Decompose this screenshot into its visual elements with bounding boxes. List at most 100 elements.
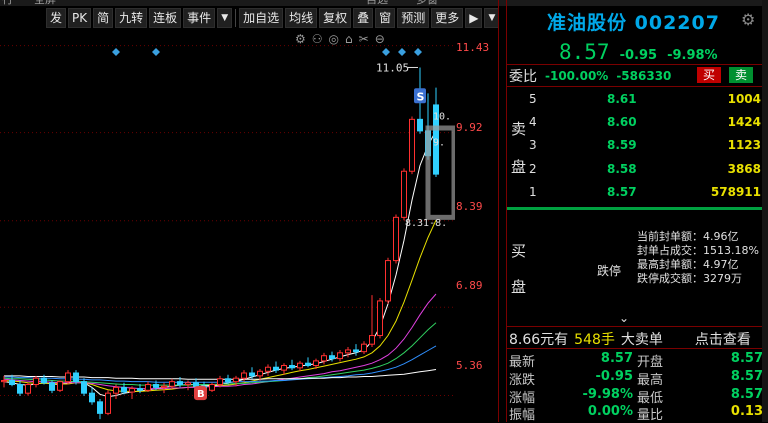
gear-icon[interactable]: ⚙ bbox=[741, 10, 755, 29]
quote-value: -9.98% bbox=[582, 387, 634, 402]
price-change: -0.95 bbox=[619, 48, 658, 63]
candle-body bbox=[321, 355, 327, 362]
price-change-pct: -9.98% bbox=[667, 48, 718, 63]
sell-signal-label: S bbox=[417, 90, 425, 103]
candle-body bbox=[137, 388, 143, 391]
toolbar-more-button[interactable]: 更多 bbox=[431, 8, 464, 28]
candle-body bbox=[257, 370, 263, 377]
order-book-divider bbox=[507, 207, 768, 210]
toolbar-send-button[interactable]: 发 bbox=[46, 8, 67, 28]
divider bbox=[507, 64, 768, 65]
candle-body bbox=[121, 386, 127, 393]
sell-button[interactable]: 卖 bbox=[729, 67, 753, 83]
toolbar-add-watchlist-button[interactable]: 加自选 bbox=[239, 8, 284, 28]
ask-volume: 1004 bbox=[727, 92, 761, 106]
stock-code: 002207 bbox=[634, 12, 720, 34]
quote-value: 8.57 bbox=[730, 387, 763, 402]
buy-button[interactable]: 买 bbox=[697, 67, 721, 83]
quote-row: 涨幅 -9.98% 最低 8.57 bbox=[509, 387, 767, 406]
big-order-link[interactable]: 点击查看 bbox=[695, 329, 751, 349]
candlestick-chart[interactable]: 11.05 S B 10. 9. 8.31-8. bbox=[0, 30, 455, 422]
stock-title: 准油股份 002207 bbox=[547, 8, 720, 35]
top-menu-item[interactable]: 全屏 bbox=[34, 0, 56, 6]
toolbar-pk-button[interactable]: PK bbox=[68, 8, 92, 28]
candle-body bbox=[289, 365, 295, 369]
limit-info-row: 当前封单额：4.96亿 bbox=[637, 230, 739, 243]
toolbar-window-button[interactable]: 窗 bbox=[375, 8, 396, 28]
candle-body bbox=[281, 365, 287, 371]
bid-side-label: 买 bbox=[511, 242, 527, 260]
candle-body bbox=[377, 300, 383, 337]
top-menu-item[interactable]: 自选 bbox=[366, 0, 388, 6]
play-icon[interactable]: ▶ bbox=[465, 8, 483, 28]
quote-row: 振幅 0.00% 量比 0.13 bbox=[509, 404, 767, 423]
candle-body bbox=[401, 170, 407, 218]
last-price: 8.57 bbox=[559, 40, 610, 64]
top-menu-item[interactable]: 行 bbox=[2, 0, 13, 6]
event-marker-icon bbox=[382, 48, 390, 56]
ask-level-row[interactable]: 4 8.60 1424 bbox=[527, 115, 765, 135]
quote-panel: 准油股份 002207 ⚙ 8.57 -0.95 -9.98% 委比 -100.… bbox=[507, 0, 768, 423]
event-marker-icon bbox=[152, 48, 160, 56]
quote-value: 0.00% bbox=[587, 404, 633, 419]
toolbar-event-button[interactable]: 事件 bbox=[183, 8, 216, 28]
moving-average-line bbox=[3, 130, 437, 398]
ask-side-label: 盘 bbox=[511, 158, 527, 176]
candle-body bbox=[153, 384, 159, 388]
candle-body bbox=[193, 382, 199, 387]
candle-body bbox=[393, 216, 399, 262]
candle-body bbox=[361, 343, 367, 353]
price-axis-tick: 8.39 bbox=[456, 200, 483, 213]
event-dropdown-icon[interactable]: ▼ bbox=[217, 8, 233, 28]
toolbar-ma-button[interactable]: 均线 bbox=[285, 8, 318, 28]
candle-body bbox=[89, 392, 95, 403]
limit-info-row: 跌停成交额：3279万 bbox=[637, 272, 742, 285]
chevron-down-icon[interactable]: ⌄ bbox=[619, 311, 629, 325]
big-order-lots: 548手 bbox=[574, 332, 615, 348]
toolbar-brief-button[interactable]: 简 bbox=[93, 8, 114, 28]
candle-body bbox=[169, 381, 175, 387]
candle-body bbox=[345, 349, 351, 354]
ask-level: 4 bbox=[529, 115, 537, 129]
ask-level: 3 bbox=[529, 138, 537, 152]
toolbar-forecast-button[interactable]: 预测 bbox=[397, 8, 430, 28]
ask-price: 8.58 bbox=[607, 162, 637, 176]
toolbar-separator bbox=[235, 9, 237, 27]
chart-toolbar: 发 PK 简 九转 连板 事件 ▼ 加自选 均线 复权 叠 窗 预测 更多 ▶ … bbox=[46, 7, 500, 29]
quote-value: 8.57 bbox=[600, 351, 633, 366]
quote-value: 8.57 bbox=[730, 369, 763, 384]
top-menu-item[interactable]: 多窗 bbox=[416, 0, 438, 6]
limit-info: 当前封单额：4.96亿 封单占成交：1513.18% 最高封单额：4.97亿 跌… bbox=[637, 230, 759, 286]
ask-level-row[interactable]: 3 8.59 1123 bbox=[527, 138, 765, 158]
ask-volume: 1123 bbox=[727, 138, 761, 152]
candle-body bbox=[273, 366, 279, 371]
toolbar-overlay-button[interactable]: 叠 bbox=[353, 8, 374, 28]
candle-body bbox=[1, 379, 7, 383]
toolbar-limit-streak-button[interactable]: 连板 bbox=[149, 8, 182, 28]
quote-key: 涨跌 bbox=[509, 373, 536, 388]
candle-body bbox=[369, 335, 375, 345]
candle-body bbox=[337, 352, 343, 360]
candle-body bbox=[49, 382, 55, 391]
price-axis-tick: 6.89 bbox=[456, 279, 483, 292]
quote-row: 涨跌 -0.95 最高 8.57 bbox=[509, 369, 767, 388]
price-axis-tick: 5.36 bbox=[456, 359, 483, 372]
candle-body bbox=[41, 377, 47, 384]
quote-value: -0.95 bbox=[595, 369, 633, 384]
candle-body bbox=[353, 349, 359, 353]
ask-level-row[interactable]: 1 8.57 578911 bbox=[527, 185, 765, 205]
candle-body bbox=[233, 377, 239, 383]
toolbar-adjust-button[interactable]: 复权 bbox=[319, 8, 352, 28]
right-edge-scrollbar[interactable] bbox=[762, 0, 768, 422]
candle-body bbox=[145, 384, 151, 391]
limit-info-row: 最高封单额：4.97亿 bbox=[637, 258, 739, 271]
ask-price: 8.59 bbox=[607, 138, 637, 152]
candle-body bbox=[241, 372, 247, 379]
toolbar-nine-turn-button[interactable]: 九转 bbox=[115, 8, 148, 28]
ask-level-row[interactable]: 5 8.61 1004 bbox=[527, 92, 765, 112]
price-row: 8.57 -0.95 -9.98% bbox=[559, 40, 718, 64]
candle-body bbox=[17, 384, 23, 394]
candle-body bbox=[225, 378, 231, 383]
big-order-row: 8.66元有 548手 大卖单 点击查看 bbox=[509, 329, 751, 349]
ask-level-row[interactable]: 2 8.58 3868 bbox=[527, 162, 765, 182]
